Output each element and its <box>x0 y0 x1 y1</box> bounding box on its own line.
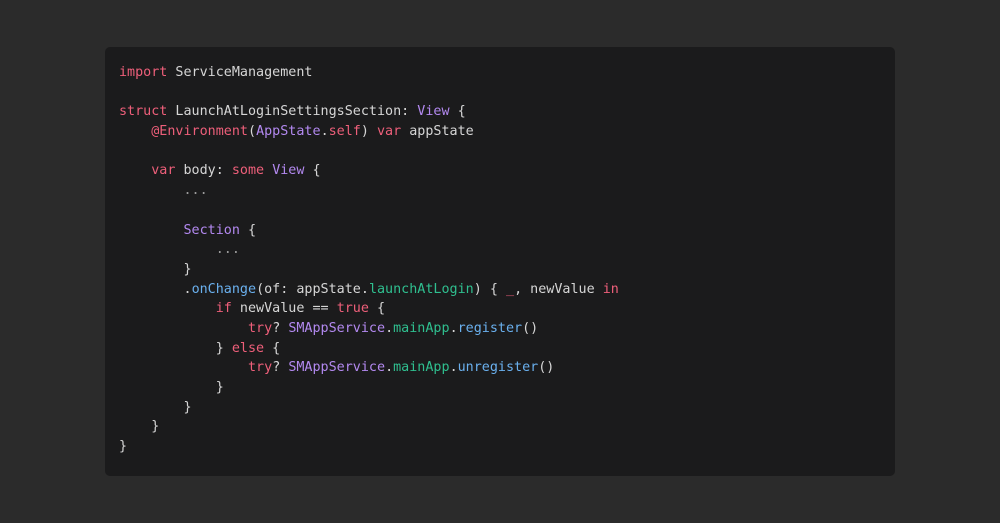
code-token-plain: { <box>239 222 257 238</box>
code-token-keyword: _ <box>506 281 515 297</box>
code-token-keyword: true <box>336 301 369 317</box>
code-token-keyword: if <box>215 301 232 317</box>
code-line: } <box>119 260 895 280</box>
code-token-plain: ( <box>248 124 257 140</box>
code-token-keyword: try <box>248 320 273 336</box>
code-token-type: SMAppService <box>288 360 386 376</box>
code-line: struct LaunchAtLoginSettingsSection: Vie… <box>119 102 895 122</box>
code-token-plain: , newValue <box>514 281 603 297</box>
code-token-prop: launchAtLogin <box>368 281 474 297</box>
code-token-func: onChange <box>191 281 257 297</box>
code-token-muted: ... <box>119 242 240 258</box>
code-line: ... <box>119 181 895 201</box>
code-token-type: AppState <box>256 124 321 140</box>
code-token-plain: newValue == <box>231 301 337 317</box>
code-token-keyword: self <box>328 124 361 140</box>
code-line: } <box>119 378 895 398</box>
code-line: Section { <box>119 221 895 241</box>
code-line: } <box>119 417 895 437</box>
code-token-plain: . <box>119 281 192 297</box>
code-token-prop: mainApp <box>393 360 450 376</box>
code-token-keyword: struct <box>119 104 168 120</box>
code-token-plain: } <box>119 419 160 435</box>
code-line: if newValue == true { <box>119 299 895 319</box>
code-token-plain: } <box>119 261 192 277</box>
code-line: try? SMAppService.mainApp.unregister() <box>119 358 895 378</box>
code-token-plain: } <box>119 399 192 415</box>
code-token-prop: mainApp <box>393 320 450 336</box>
code-token-plain: { <box>449 104 466 120</box>
code-line: .onChange(of: appState.launchAtLogin) { … <box>119 280 895 300</box>
code-line: import ServiceManagement <box>119 63 895 83</box>
code-token-keyword: in <box>602 281 619 297</box>
code-line: @Environment(AppState.self) var appState <box>119 122 895 142</box>
code-token-plain: { <box>368 301 386 317</box>
code-line: } <box>119 398 895 418</box>
code-snippet-card: import ServiceManagement struct LaunchAtL… <box>105 47 895 476</box>
code-token-plain: () <box>522 320 539 336</box>
code-line: } <box>119 437 895 457</box>
code-token-keyword: import <box>119 65 168 80</box>
code-token-plain: } <box>119 439 128 455</box>
code-line: ... <box>119 240 895 260</box>
code-token-plain: LaunchAtLoginSettingsSection: <box>167 104 418 120</box>
code-token-keyword: var <box>151 163 176 179</box>
code-token-plain: ? <box>272 360 289 376</box>
code-token-plain: . <box>320 124 329 140</box>
code-token-plain: . <box>449 360 458 376</box>
code-line: try? SMAppService.mainApp.register() <box>119 319 895 339</box>
code-token-plain: { <box>304 163 321 179</box>
code-token-plain: . <box>385 320 394 336</box>
code-token-keyword: some <box>231 163 265 179</box>
code-token-type: View <box>417 104 450 120</box>
code-token-plain: . <box>449 320 458 336</box>
code-token-type: Section <box>183 222 240 238</box>
code-token-func: unregister <box>457 360 539 376</box>
code-token-plain: (of: appState. <box>256 281 369 297</box>
code-token-plain: () <box>538 360 555 376</box>
code-token-keyword: @Environment <box>151 124 248 140</box>
code-token-keyword: var <box>377 124 402 140</box>
code-token-muted: ... <box>119 183 208 199</box>
code-token-plain: ) <box>360 124 377 140</box>
code-token-type: SMAppService <box>288 320 386 336</box>
code-line: var body: some View { <box>119 161 895 181</box>
code-token-func: register <box>457 320 523 336</box>
code-token-type: View <box>272 163 305 179</box>
code-token-plain: ? <box>272 320 289 336</box>
code-token-plain: . <box>385 360 394 376</box>
code-token-plain: body: <box>175 163 232 179</box>
code-token-keyword: try <box>248 360 273 376</box>
code-token-plain: { <box>264 340 281 356</box>
code-token-plain: ) { <box>473 281 506 297</box>
code-token-keyword: else <box>231 340 265 356</box>
code-token-plain: appState <box>401 124 474 140</box>
code-token-plain: ServiceManagement <box>167 65 313 80</box>
code-line: } else { <box>119 339 895 359</box>
code-token-plain: } <box>119 340 232 356</box>
code-token-plain: } <box>119 380 224 395</box>
code-block: import ServiceManagement struct LaunchAtL… <box>119 63 895 457</box>
